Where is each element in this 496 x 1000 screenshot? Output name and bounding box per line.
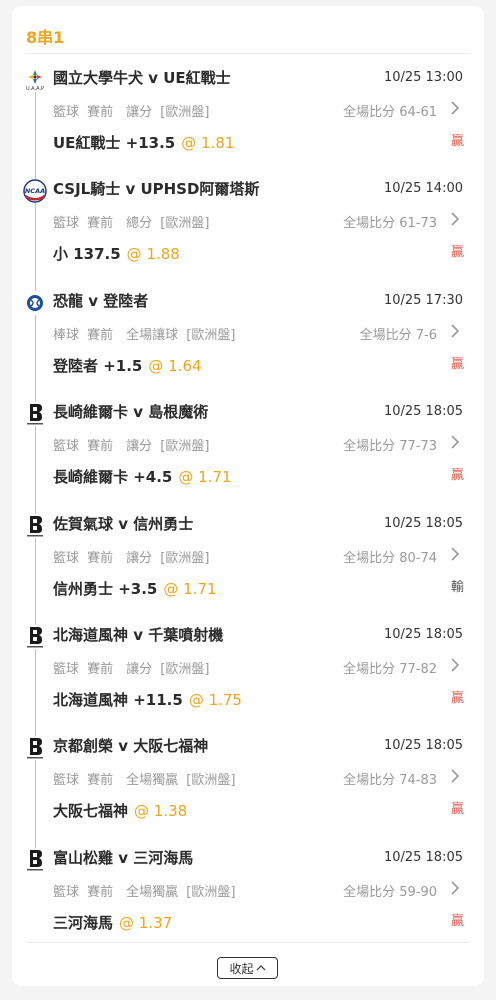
match-time: 10/25 13:00 [383,70,463,85]
legs-list: U.A.A.P 國立大學牛犬 v UE紅戰士 10/25 13:00 籃球 賽前… [12,63,484,954]
final-score: 全場比分 61-73 [343,216,437,232]
market-info: 籃球 賽前 讓分 [歐洲盤] [53,105,210,120]
leg-item[interactable]: 富山松雞 v 三河海馬 10/25 18:05 籃球 賽前 全場獨贏 [歐洲盤]… [12,843,484,954]
chevron-right-icon[interactable] [448,878,462,898]
market-info: 籃球 賽前 總分 [歐洲盤] [53,216,210,232]
odds-value: @ 1.71 [163,579,217,598]
match-time: 10/25 17:30 [383,292,463,308]
match-time: 10/25 18:05 [383,738,463,754]
svg-text:U.A.A.P: U.A.A.P [26,86,44,92]
selection-label: 登陸者 +1.5 [53,356,143,375]
match-time: 10/25 18:05 [383,404,463,420]
match-time: 10/25 18:05 [383,515,463,531]
baseball-league-logo-icon [23,290,47,315]
b-league-logo-icon [23,736,47,761]
odds-value: @ 1.88 [126,245,180,264]
chevron-right-icon[interactable] [448,209,462,229]
ncaa-logo-icon: NCAA [23,179,47,204]
bet-selection: UE紅戰士 +13.5 @ 1.81 [53,132,234,153]
result-badge: 贏 [450,245,464,261]
collapse-label: 收起 [229,961,254,976]
b-league-logo-icon [23,847,47,872]
leg-item[interactable]: 佐賀氣球 v 信州勇士 10/25 18:05 籃球 賽前 讓分 [歐洲盤] 全… [12,509,484,620]
match-title: 佐賀氣球 v 信州勇士 [53,514,194,533]
odds-value: @ 1.37 [119,913,173,932]
result-badge: 贏 [450,690,464,706]
final-score: 全場比分 59-90 [343,884,437,900]
result-badge: 贏 [450,913,464,929]
leg-item[interactable]: 長崎維爾卡 v 島根魔術 10/25 18:05 籃球 賽前 讓分 [歐洲盤] … [12,397,484,508]
b-league-logo-icon [23,624,47,649]
final-score: 全場比分 74-83 [343,773,437,789]
b-league-logo-icon [23,402,47,427]
chevron-right-icon[interactable] [448,544,462,564]
result-badge: 贏 [450,802,464,818]
chevron-right-icon[interactable] [448,321,462,341]
match-title: 京都創榮 v 大阪七福神 [53,737,209,756]
match-title: 國立大學牛犬 v UE紅戰士 [53,69,231,87]
chevron-up-icon [256,965,265,971]
final-score: 全場比分 80-74 [343,550,437,566]
market-info: 籃球 賽前 讓分 [歐洲盤] [53,439,210,455]
leg-item[interactable]: 京都創榮 v 大阪七福神 10/25 18:05 籃球 賽前 全場獨贏 [歐洲盤… [12,731,484,842]
bet-selection: 小 137.5 @ 1.88 [53,243,180,264]
selection-label: 大阪七福神 [53,802,129,821]
chevron-right-icon[interactable] [448,655,462,675]
svg-text:NCAA: NCAA [25,187,45,195]
parlay-card: 8串1 U.A.A.P 國立大學牛犬 v UE紅戰士 10/25 13:00 籃… [12,6,484,986]
match-title: 富山松雞 v 三河海馬 [53,848,194,867]
selection-label: 長崎維爾卡 +4.5 [53,468,173,487]
match-time: 10/25 18:05 [383,849,463,865]
selection-label: UE紅戰士 +13.5 [53,134,176,152]
market-info: 籃球 賽前 讓分 [歐洲盤] [53,550,210,566]
result-badge: 贏 [450,356,464,372]
match-time: 10/25 18:05 [383,626,463,642]
odds-value: @ 1.38 [134,802,188,821]
bet-selection: 長崎維爾卡 +4.5 @ 1.71 [53,466,232,487]
selection-label: 三河海馬 [53,913,114,932]
match-time: 10/25 14:00 [383,181,463,197]
leg-item[interactable]: U.A.A.P 國立大學牛犬 v UE紅戰士 10/25 13:00 籃球 賽前… [12,63,484,174]
selection-label: 小 137.5 [53,245,121,264]
bet-selection: 北海道風神 +11.5 @ 1.75 [53,689,242,710]
match-title: 恐龍 v 登陸者 [53,291,149,310]
chevron-right-icon[interactable] [448,432,462,452]
result-badge: 輸 [450,579,464,595]
market-info: 籃球 賽前 全場獨贏 [歐洲盤] [53,884,236,900]
selection-label: 信州勇士 +3.5 [53,579,158,598]
odds-value: @ 1.71 [178,468,232,487]
parlay-title: 8串1 [26,28,65,47]
odds-value: @ 1.64 [148,356,202,375]
leg-item[interactable]: NCAA CSJL騎士 v UPHSD阿爾塔斯 10/25 14:00 籃球 賽… [12,174,484,285]
result-badge: 贏 [450,134,464,149]
header-divider [26,53,470,54]
bet-selection: 信州勇士 +3.5 @ 1.71 [53,578,217,599]
bet-selection: 登陸者 +1.5 @ 1.64 [53,355,202,376]
result-badge: 贏 [450,468,464,484]
uaap-logo-icon: U.A.A.P [23,68,47,92]
collapse-button[interactable]: 收起 [217,957,278,979]
chevron-right-icon[interactable] [448,98,462,118]
bet-selection: 三河海馬 @ 1.37 [53,912,172,933]
odds-value: @ 1.81 [181,134,235,152]
match-title: 北海道風神 v 千葉噴射機 [53,625,224,644]
market-info: 棒球 賽前 全場讓球 [歐洲盤] [53,327,236,343]
bet-selection: 大阪七福神 @ 1.38 [53,800,187,821]
leg-item[interactable]: 恐龍 v 登陸者 10/25 17:30 棒球 賽前 全場讓球 [歐洲盤] 全場… [12,286,484,397]
chevron-right-icon[interactable] [448,766,462,786]
odds-value: @ 1.75 [188,690,242,709]
final-score: 全場比分 77-82 [343,661,437,677]
footer-divider [26,942,470,943]
market-info: 籃球 賽前 讓分 [歐洲盤] [53,661,210,677]
final-score: 全場比分 64-61 [343,105,437,120]
b-league-logo-icon [23,513,47,538]
leg-item[interactable]: 北海道風神 v 千葉噴射機 10/25 18:05 籃球 賽前 讓分 [歐洲盤]… [12,620,484,731]
market-info: 籃球 賽前 全場獨贏 [歐洲盤] [53,773,236,789]
match-title: 長崎維爾卡 v 島根魔術 [53,403,209,422]
final-score: 全場比分 7-6 [359,327,437,343]
selection-label: 北海道風神 +11.5 [53,690,183,709]
match-title: CSJL騎士 v UPHSD阿爾塔斯 [53,180,260,199]
final-score: 全場比分 77-73 [343,439,437,455]
